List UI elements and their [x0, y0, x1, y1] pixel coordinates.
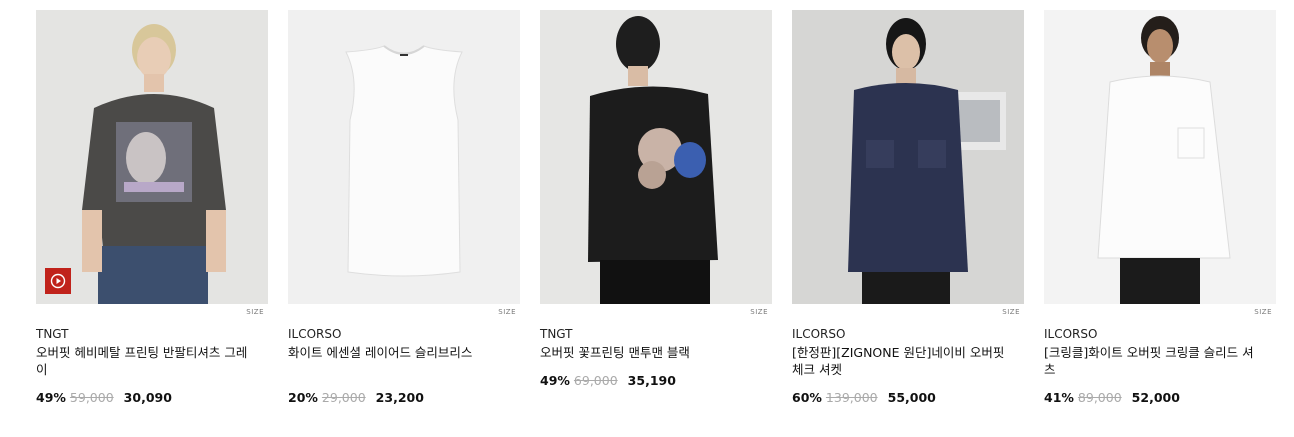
product-grid: SIZE TNGT 오버핏 헤비메탈 프린팅 반팔티셔츠 그레이 49% 59,0… — [0, 0, 1294, 437]
sale-price: 35,190 — [627, 373, 676, 388]
product-image[interactable] — [36, 10, 268, 304]
product-image[interactable] — [792, 10, 1024, 304]
size-label[interactable]: SIZE — [750, 308, 768, 316]
price-row: 49% 69,000 35,190 — [540, 373, 676, 388]
sale-price: 52,000 — [1131, 390, 1180, 405]
original-price: 89,000 — [1077, 390, 1122, 405]
product-name[interactable]: 오버핏 헤비메탈 프린팅 반팔티셔츠 그레이 — [36, 344, 256, 378]
original-price: 59,000 — [69, 390, 114, 405]
discount-rate: 49% — [540, 373, 570, 388]
sale-price: 23,200 — [375, 390, 424, 405]
product-name[interactable]: 화이트 에센셜 레이어드 슬리브리스 — [288, 344, 508, 361]
size-label[interactable]: SIZE — [246, 308, 264, 316]
price-row: 41% 89,000 52,000 — [1044, 390, 1180, 405]
brand-name[interactable]: TNGT — [36, 327, 69, 341]
video-play-button[interactable] — [45, 268, 71, 294]
brand-name[interactable]: TNGT — [540, 327, 573, 341]
brand-name[interactable]: ILCORSO — [1044, 327, 1097, 341]
brand-name[interactable]: ILCORSO — [288, 327, 341, 341]
original-price: 29,000 — [321, 390, 366, 405]
original-price: 139,000 — [825, 390, 878, 405]
original-price: 69,000 — [573, 373, 618, 388]
discount-rate: 20% — [288, 390, 318, 405]
product-card[interactable]: SIZE TNGT 오버핏 헤비메탈 프린팅 반팔티셔츠 그레이 49% 59,0… — [36, 10, 268, 405]
product-name[interactable]: 오버핏 꽃프린팅 맨투맨 블랙 — [540, 344, 760, 361]
discount-rate: 49% — [36, 390, 66, 405]
sale-price: 55,000 — [887, 390, 936, 405]
product-card[interactable]: SIZE ILCORSO 화이트 에센셜 레이어드 슬리브리스 20% 29,00… — [288, 10, 520, 405]
product-name[interactable]: [한정판][ZIGNONE 원단]네이비 오버핏 체크 셔켓 — [792, 344, 1012, 378]
price-row: 20% 29,000 23,200 — [288, 390, 424, 405]
size-label[interactable]: SIZE — [1254, 308, 1272, 316]
sale-price: 30,090 — [123, 390, 172, 405]
price-row: 60% 139,000 55,000 — [792, 390, 936, 405]
size-label[interactable]: SIZE — [498, 308, 516, 316]
product-image[interactable] — [1044, 10, 1276, 304]
price-row: 49% 59,000 30,090 — [36, 390, 172, 405]
product-name[interactable]: [크링클]화이트 오버핏 크링클 슬리드 셔츠 — [1044, 344, 1264, 378]
product-card[interactable]: SIZE ILCORSO [크링클]화이트 오버핏 크링클 슬리드 셔츠 41%… — [1044, 10, 1276, 405]
size-label[interactable]: SIZE — [1002, 308, 1020, 316]
play-icon — [50, 273, 66, 289]
product-card[interactable]: SIZE TNGT 오버핏 꽃프린팅 맨투맨 블랙 49% 69,000 35,19… — [540, 10, 772, 388]
brand-name[interactable]: ILCORSO — [792, 327, 845, 341]
product-card[interactable]: SIZE ILCORSO [한정판][ZIGNONE 원단]네이비 오버핏 체크… — [792, 10, 1024, 405]
product-image[interactable] — [540, 10, 772, 304]
product-image[interactable] — [288, 10, 520, 304]
discount-rate: 41% — [1044, 390, 1074, 405]
discount-rate: 60% — [792, 390, 822, 405]
